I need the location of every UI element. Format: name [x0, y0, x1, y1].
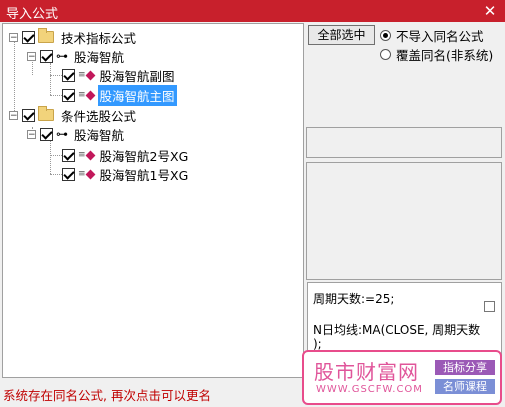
watermark-tag: 指标分享: [435, 360, 495, 375]
tree-node-label: 股海智航1号XG: [99, 167, 189, 183]
tree-connector: [50, 155, 62, 156]
tree-checkbox[interactable]: [22, 108, 35, 122]
select-all-button[interactable]: 全部选中: [308, 25, 375, 45]
formula-tree[interactable]: − 技术指标公式 − ⊶ 股海智航 ≡ 股海智航副图 ≡ 股海智航主图 − 条件…: [2, 23, 304, 378]
collapse-icon[interactable]: −: [27, 51, 36, 61]
close-icon[interactable]: ✕: [481, 2, 499, 20]
watermark-url: WWW.GSCFW.COM: [316, 384, 423, 395]
tree-node-label: 股海智航: [74, 49, 125, 65]
code-checkbox[interactable]: [484, 301, 495, 312]
formula-icon: ≡: [78, 70, 95, 80]
watermark-tag: 名师课程: [435, 379, 495, 394]
tree-checkbox[interactable]: [62, 167, 75, 181]
radio-overwrite-duplicates[interactable]: 覆盖同名(非系统): [380, 45, 493, 64]
watermark-site-name: 股市财富网: [314, 360, 419, 384]
window-title: 导入公式: [6, 7, 59, 22]
key-icon: ⊶: [56, 49, 68, 63]
tree-connector: [50, 75, 62, 76]
tree-node-label: 股海智航2号XG: [99, 148, 189, 164]
site-watermark: 股市财富网 WWW.GSCFW.COM 指标分享 名师课程: [302, 350, 502, 405]
formula-icon: ≡: [78, 150, 95, 160]
formula-name-panel: [306, 127, 502, 158]
title-bar: 导入公式 ✕: [0, 0, 505, 22]
code-line: 周期天数:=25;: [313, 292, 395, 306]
tree-node-formula[interactable]: ≡ 股海智航副图: [62, 66, 177, 84]
tree-node-indicator-folder[interactable]: − 技术指标公式: [9, 28, 138, 46]
tree-node-author-group[interactable]: − ⊶ 股海智航: [27, 125, 126, 143]
tree-node-label: 股海智航: [74, 127, 125, 143]
radio-label: 不导入同名公式: [396, 29, 484, 44]
code-line: N日均线:MA(CLOSE, 周期天数: [313, 323, 481, 337]
tree-node-label: 股海智航主图: [97, 84, 177, 106]
tree-checkbox[interactable]: [62, 88, 75, 102]
tree-node-author-group[interactable]: − ⊶ 股海智航: [27, 47, 126, 65]
code-line: );: [313, 337, 322, 351]
tree-connector: [50, 95, 62, 96]
tree-checkbox[interactable]: [40, 49, 53, 63]
tree-checkbox[interactable]: [62, 68, 75, 82]
radio-selected-icon[interactable]: [380, 30, 391, 41]
tree-node-formula-selected[interactable]: ≡ 股海智航主图: [62, 84, 177, 106]
tree-connector: [50, 140, 51, 174]
tree-node-formula[interactable]: ≡ 股海智航2号XG: [62, 146, 190, 164]
tree-connector: [50, 174, 62, 175]
collapse-icon[interactable]: −: [27, 129, 36, 139]
radio-unselected-icon[interactable]: [380, 49, 391, 60]
tree-node-label: 条件选股公式: [61, 108, 137, 124]
status-message: 系统存在同名公式, 再次点击可以更名: [3, 388, 211, 403]
collapse-icon[interactable]: −: [9, 110, 18, 120]
folder-icon: [38, 106, 54, 121]
key-icon: ⊶: [56, 127, 68, 141]
formula-icon: ≡: [78, 90, 95, 100]
tree-node-label: 技术指标公式: [61, 30, 137, 46]
tree-node-screening-folder[interactable]: − 条件选股公式: [9, 106, 138, 124]
tree-node-formula[interactable]: ≡ 股海智航1号XG: [62, 165, 190, 183]
folder-icon: [38, 28, 54, 43]
tree-checkbox[interactable]: [40, 127, 53, 141]
tree-checkbox[interactable]: [22, 30, 35, 44]
formula-icon: ≡: [78, 169, 95, 179]
formula-description-panel: [306, 162, 502, 280]
collapse-icon[interactable]: −: [9, 32, 18, 42]
radio-skip-duplicates[interactable]: 不导入同名公式: [380, 26, 484, 45]
tree-node-label: 股海智航副图: [99, 68, 175, 84]
radio-label: 覆盖同名(非系统): [396, 48, 494, 63]
tree-connector: [50, 63, 51, 95]
tree-checkbox[interactable]: [62, 148, 75, 162]
